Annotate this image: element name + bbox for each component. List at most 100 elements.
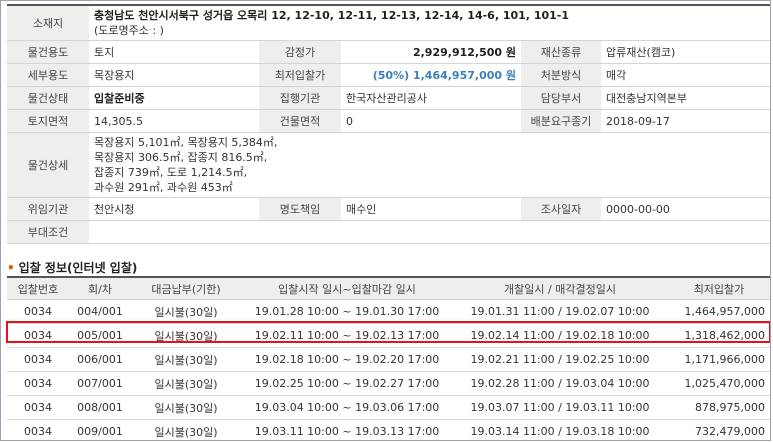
property-info-table: 소재지 충청남도 천안시서북구 성거읍 오목리 12, 12-10, 12-11… xyxy=(7,4,770,244)
address-label: 소재지 xyxy=(7,4,89,41)
address-text: 충청남도 천안시서북구 성거읍 오목리 12, 12-10, 12-11, 12… xyxy=(94,9,569,22)
value-distribution-deadline: 2018-09-17 xyxy=(601,109,770,133)
value-min-bid: (50%) 1,464,957,000 원 xyxy=(341,63,521,87)
cell-round: 005/001 xyxy=(69,323,131,348)
info-row-area: 토지면적 14,305.5 건물면적 0 배분요구종기 2018-09-17 xyxy=(7,109,770,133)
cell-payment: 일시불(30일) xyxy=(131,395,241,420)
info-row-condition: 부대조건 xyxy=(7,220,770,244)
cell-bid-number: 0034 xyxy=(7,371,69,396)
auction-detail-panel: 소재지 충청남도 천안시서북구 성거읍 오목리 12, 12-10, 12-11… xyxy=(0,0,771,441)
label-delegating-agency: 위임기관 xyxy=(7,197,89,221)
value-survey-date: 0000-00-00 xyxy=(601,197,770,221)
value-delegating-agency: 천안시청 xyxy=(89,197,259,221)
col-payment: 대금납부(기한) xyxy=(131,276,241,300)
bid-section-title-text: 입찰 정보(인터넷 입찰) xyxy=(18,261,138,275)
label-survey-date: 조사일자 xyxy=(521,197,601,221)
cell-payment: 일시불(30일) xyxy=(131,299,241,324)
label-conditions: 부대조건 xyxy=(7,220,89,244)
table-row[interactable]: 0034 004/001 일시불(30일) 19.01.28 10:00 ~ 1… xyxy=(7,299,770,324)
detail-line: 목장용지 5,101㎡, 목장용지 5,384㎡, xyxy=(94,136,278,149)
col-bid-number: 입찰번호 xyxy=(7,276,69,300)
cell-round: 009/001 xyxy=(69,419,131,440)
col-min-bid-price: 최저입찰가 xyxy=(667,276,770,300)
detail-line: 잡종지 739㎡, 도로 1,214.5㎡, xyxy=(94,166,248,179)
value-detail-usage: 목장용지 xyxy=(89,63,259,87)
label-executing-agency: 집행기관 xyxy=(259,86,341,110)
cell-bid-period: 19.02.11 10:00 ~ 19.02.13 17:00 xyxy=(241,323,453,348)
label-eviction-responsibility: 명도책임 xyxy=(259,197,341,221)
cell-bid-number: 0034 xyxy=(7,323,69,348)
value-executing-agency: 한국자산관리공사 xyxy=(341,86,521,110)
table-row[interactable]: 0034 007/001 일시불(30일) 19.02.25 10:00 ~ 1… xyxy=(7,371,770,396)
label-disposal-method: 처분방식 xyxy=(521,63,601,87)
cell-min-bid-price: 1,171,966,000 xyxy=(667,347,770,372)
table-row-highlighted[interactable]: 0034 005/001 일시불(30일) 19.02.11 10:00 ~ 1… xyxy=(7,323,770,348)
cell-min-bid-price: 732,479,000 xyxy=(667,419,770,440)
value-status: 입찰준비중 xyxy=(89,86,259,110)
cell-bid-period: 19.01.28 10:00 ~ 19.01.30 17:00 xyxy=(241,299,453,324)
cell-round: 007/001 xyxy=(69,371,131,396)
value-appraisal: 2,929,912,500 원 xyxy=(341,40,521,64)
value-property-usage: 토지 xyxy=(89,40,259,64)
table-row[interactable]: 0034 006/001 일시불(30일) 19.02.18 10:00 ~ 1… xyxy=(7,347,770,372)
cell-bid-period: 19.02.18 10:00 ~ 19.02.20 17:00 xyxy=(241,347,453,372)
bid-section-title: • 입찰 정보(인터넷 입찰) xyxy=(7,259,137,276)
cell-bid-number: 0034 xyxy=(7,395,69,420)
detail-line: 과수원 291㎡, 과수원 453㎡ xyxy=(94,181,233,194)
label-distribution-deadline: 배분요구종기 xyxy=(521,109,601,133)
value-asset-type: 압류재산(캠코) xyxy=(601,40,770,64)
value-eviction-responsibility: 매수인 xyxy=(341,197,521,221)
label-asset-type: 재산종류 xyxy=(521,40,601,64)
label-min-bid: 최저입찰가 xyxy=(259,63,341,87)
value-conditions xyxy=(89,220,770,244)
col-opening-decision: 개찰일시 / 매각결정일시 xyxy=(453,276,667,300)
cell-bid-number: 0034 xyxy=(7,347,69,372)
info-row-detail: 물건상세 목장용지 5,101㎡, 목장용지 5,384㎡, 목장용지 306.… xyxy=(7,132,770,198)
value-land-area: 14,305.5 xyxy=(89,109,259,133)
value-building-area: 0 xyxy=(341,109,521,133)
bid-table-header: 입찰번호 회/차 대금납부(기한) 입찰시작 일시~입찰마감 일시 개찰일시 /… xyxy=(7,276,770,300)
bullet-icon: • xyxy=(7,261,15,275)
info-row-detail-usage: 세부용도 목장용지 최저입찰가 (50%) 1,464,957,000 원 처분… xyxy=(7,63,770,87)
label-property-detail: 물건상세 xyxy=(7,132,89,198)
label-detail-usage: 세부용도 xyxy=(7,63,89,87)
info-row-delegate: 위임기관 천안시청 명도책임 매수인 조사일자 0000-00-00 xyxy=(7,197,770,221)
col-round: 회/차 xyxy=(69,276,131,300)
cell-payment: 일시불(30일) xyxy=(131,323,241,348)
cell-opening-decision: 19.01.31 11:00 / 19.02.07 10:00 xyxy=(453,299,667,324)
cell-opening-decision: 19.03.14 11:00 / 19.03.18 10:00 xyxy=(453,419,667,440)
cell-round: 004/001 xyxy=(69,299,131,324)
cell-payment: 일시불(30일) xyxy=(131,419,241,440)
label-status: 물건상태 xyxy=(7,86,89,110)
table-row[interactable]: 0034 009/001 일시불(30일) 19.03.11 10:00 ~ 1… xyxy=(7,419,770,440)
value-department: 대전충남지역본부 xyxy=(601,86,770,110)
label-property-usage: 물건용도 xyxy=(7,40,89,64)
value-property-detail: 목장용지 5,101㎡, 목장용지 5,384㎡, 목장용지 306.5㎡, 잡… xyxy=(89,132,770,198)
table-row[interactable]: 0034 008/001 일시불(30일) 19.03.04 10:00 ~ 1… xyxy=(7,395,770,420)
cell-bid-period: 19.03.11 10:00 ~ 19.03.13 17:00 xyxy=(241,419,453,440)
label-department: 담당부서 xyxy=(521,86,601,110)
cell-min-bid-price: 878,975,000 xyxy=(667,395,770,420)
cell-payment: 일시불(30일) xyxy=(131,371,241,396)
detail-line: 목장용지 306.5㎡, 잡종지 816.5㎡, xyxy=(94,151,268,164)
value-disposal-method: 매각 xyxy=(601,63,770,87)
cell-opening-decision: 19.02.21 11:00 / 19.02.25 10:00 xyxy=(453,347,667,372)
label-building-area: 건물면적 xyxy=(259,109,341,133)
cell-opening-decision: 19.03.07 11:00 / 19.03.11 10:00 xyxy=(453,395,667,420)
address-value: 충청남도 천안시서북구 성거읍 오목리 12, 12-10, 12-11, 12… xyxy=(89,4,770,41)
address-row: 소재지 충청남도 천안시서북구 성거읍 오목리 12, 12-10, 12-11… xyxy=(7,4,770,41)
cell-bid-period: 19.03.04 10:00 ~ 19.03.06 17:00 xyxy=(241,395,453,420)
cell-bid-period: 19.02.25 10:00 ~ 19.02.27 17:00 xyxy=(241,371,453,396)
cell-bid-number: 0034 xyxy=(7,299,69,324)
cell-bid-number: 0034 xyxy=(7,419,69,440)
cell-min-bid-price: 1,318,462,000 xyxy=(667,323,770,348)
cell-round: 006/001 xyxy=(69,347,131,372)
label-land-area: 토지면적 xyxy=(7,109,89,133)
info-row-usage: 물건용도 토지 감정가 2,929,912,500 원 재산종류 압류재산(캠코… xyxy=(7,40,770,64)
cell-payment: 일시불(30일) xyxy=(131,347,241,372)
info-row-status: 물건상태 입찰준비중 집행기관 한국자산관리공사 담당부서 대전충남지역본부 xyxy=(7,86,770,110)
cell-opening-decision: 19.02.28 11:00 / 19.03.04 10:00 xyxy=(453,371,667,396)
road-address-text: (도로명주소 : ) xyxy=(94,24,164,37)
label-appraisal: 감정가 xyxy=(259,40,341,64)
cell-min-bid-price: 1,025,470,000 xyxy=(667,371,770,396)
